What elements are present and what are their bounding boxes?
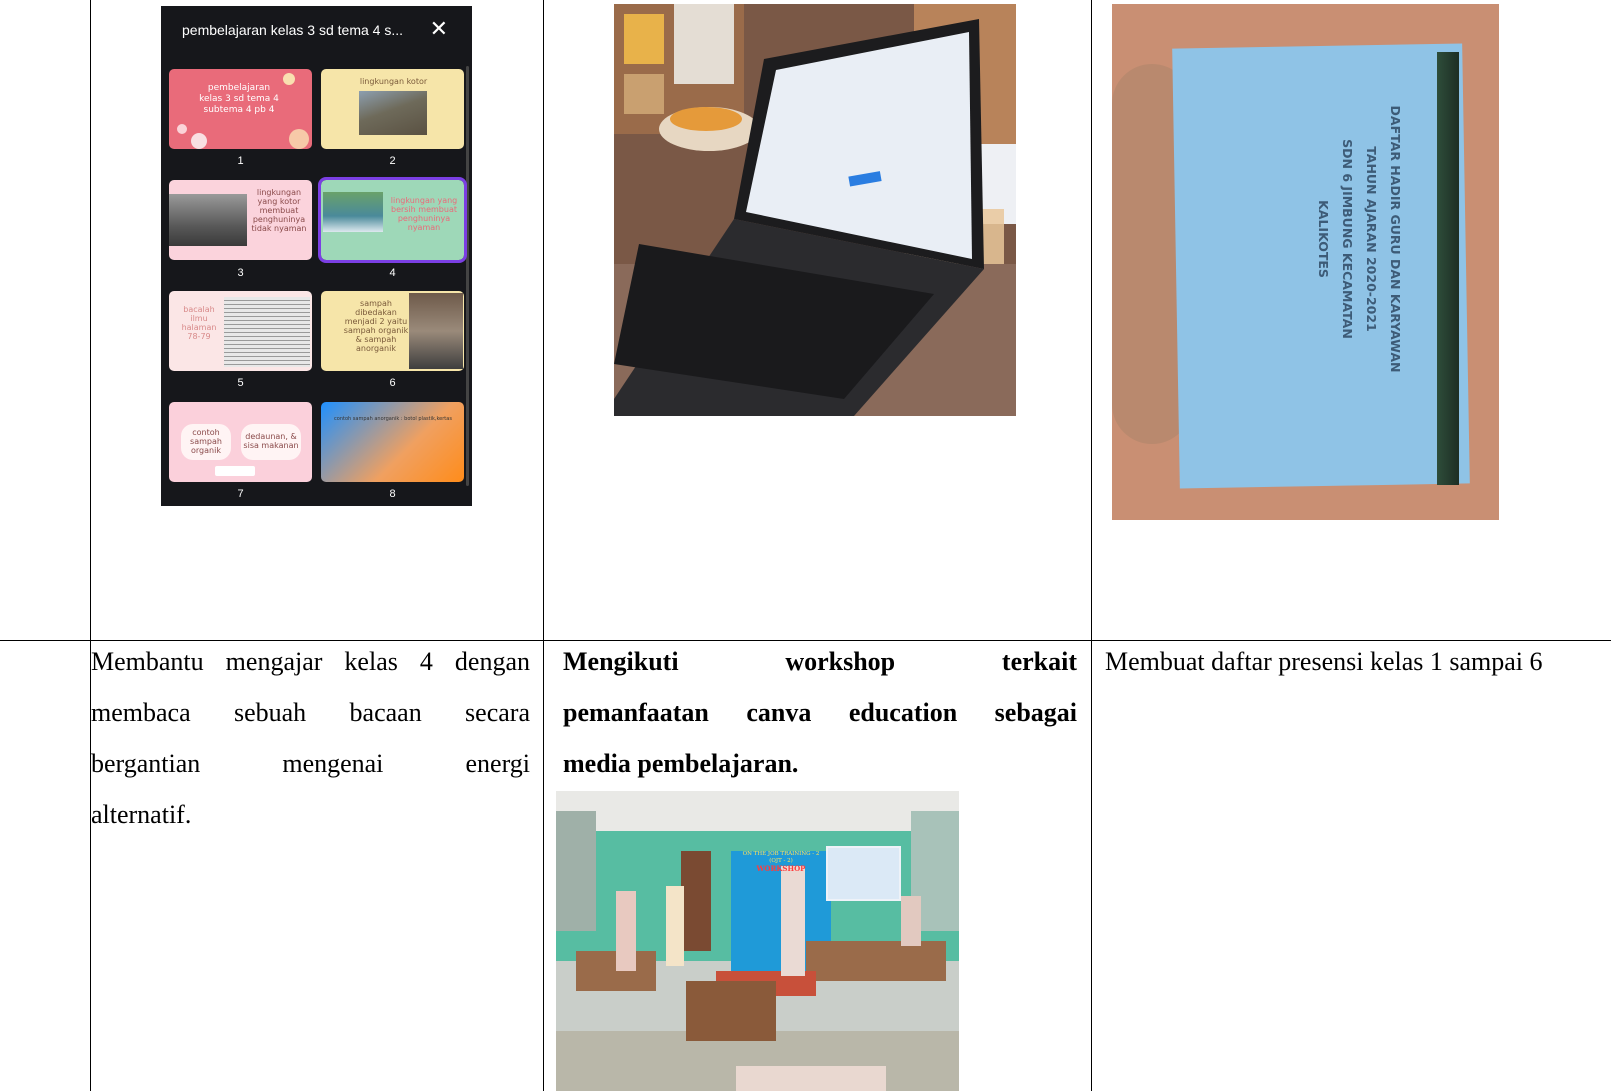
canva-panel-title: pembelajaran kelas 3 sd tema 4 s... [182,22,404,38]
table-border-col2 [543,0,544,1091]
scrollbar [466,66,469,486]
activity-description-col1: Membantu mengajar kelas 4 dengan membaca… [91,636,530,840]
slide-7-text-b: dedaunan, & sisa makanan [243,432,299,450]
banner-line-1: ON THE JOB TRAINING - 2 [742,851,820,857]
col1-line-1: Membantu mengajar kelas 4 dengan [91,647,530,676]
input-box [215,466,255,476]
book-title-line-4: KALIKOTES [1316,200,1331,278]
slide-number: 3 [237,267,244,279]
slide-thumbnail-5: bacalah ilmu halaman 78-79 [169,291,312,371]
attendance-book-photo: DAFTAR HADIR GURU DAN KARYAWAN TAHUN AJA… [1112,4,1499,520]
activity-description-col3: Membuat daftar presensi kelas 1 sampai 6 [1105,636,1605,687]
slide-3-text: lingkungan yang kotor membuat penghuniny… [251,188,307,233]
col2-line-3: media pembelajaran. [563,749,799,778]
canva-slide-panel: pembelajaran kelas 3 sd tema 4 s... ✕ pe… [161,6,472,506]
slide-number: 1 [237,155,244,167]
slide-number: 8 [389,488,396,500]
slide-thumbnail-4: lingkungan yang bersih membuat penghunin… [318,177,467,263]
trash-photo [359,91,427,135]
workshop-banner: ON THE JOB TRAINING - 2 (OJT - 2) WORKSH… [732,851,830,872]
book-title-line-3: SDN 6 JIMBUNG KECAMATAN [1340,139,1355,339]
slide-thumbnail-8: contoh sampah anorganik : botol plastik,… [321,402,464,482]
canva-header: pembelajaran kelas 3 sd tema 4 s... ✕ [161,6,472,56]
col2-line-2: pemanfaatan canva education sebagai [563,698,1077,727]
book-title-line-2: TAHUN AJARAN 2020-2021 [1364,146,1379,332]
slide-thumbnail-3: lingkungan yang kotor membuat penghuniny… [169,180,312,260]
laptop-photo [614,4,1016,416]
document-page: pembelajaran kelas 3 sd tema 4 s... ✕ pe… [0,0,1611,1091]
book-binding [1437,52,1459,485]
slide-2-text: lingkungan kotor [359,77,428,86]
table-border-col3 [1091,0,1092,1091]
activity-description-col2: Mengikuti workshop terkait pemanfaatan c… [563,636,1077,789]
slide-4-text: lingkungan yang bersih membuat penghunin… [390,196,458,232]
slide-number: 6 [389,377,396,389]
book-page-photo [224,297,310,367]
col1-line-3: bergantian mengenai energi [91,749,530,778]
garbage-photo [409,293,463,369]
slide-number: 4 [389,267,396,279]
slide-thumbnail-6: sampah dibedakan menjadi 2 yaitu sampah … [321,291,464,371]
slide-6-text: sampah dibedakan menjadi 2 yaitu sampah … [343,299,409,353]
slide-8-text: contoh sampah anorganik : botol plastik,… [334,416,452,422]
slide-number: 2 [389,155,396,167]
workshop-classroom-photo: ON THE JOB TRAINING - 2 (OJT - 2) WORKSH… [556,791,959,1091]
close-icon: ✕ [429,16,448,41]
slide-number: 5 [237,377,244,389]
banner-line-3: WORKSHOP [756,864,806,873]
polluted-river-photo [169,194,247,246]
slide-number: 7 [237,488,244,500]
table-border-left [90,0,91,1091]
col1-line-2: membaca sebuah bacaan secara [91,698,530,727]
slide-thumbnail-1: pembelajaran kelas 3 sd tema 4 subtema 4… [169,69,312,149]
col1-line-4: alternatif. [91,800,192,829]
col2-line-1: Mengikuti workshop terkait [563,647,1077,676]
col3-line-1: Membuat daftar presensi kelas 1 sampai 6 [1105,647,1543,676]
slide-1-text: pembelajaran kelas 3 sd tema 4 subtema 4… [199,83,279,115]
clean-river-photo [323,192,383,232]
slide-7-text-a: contoh sampah organik [190,428,222,455]
slide-thumbnail-2: lingkungan kotor [321,69,464,149]
slide-thumbnail-7: contoh sampah organik dedaunan, & sisa m… [169,402,312,482]
slide-5-text: bacalah ilmu halaman 78-79 [181,305,217,341]
book-title-line-1: DAFTAR HADIR GURU DAN KARYAWAN [1388,105,1403,373]
